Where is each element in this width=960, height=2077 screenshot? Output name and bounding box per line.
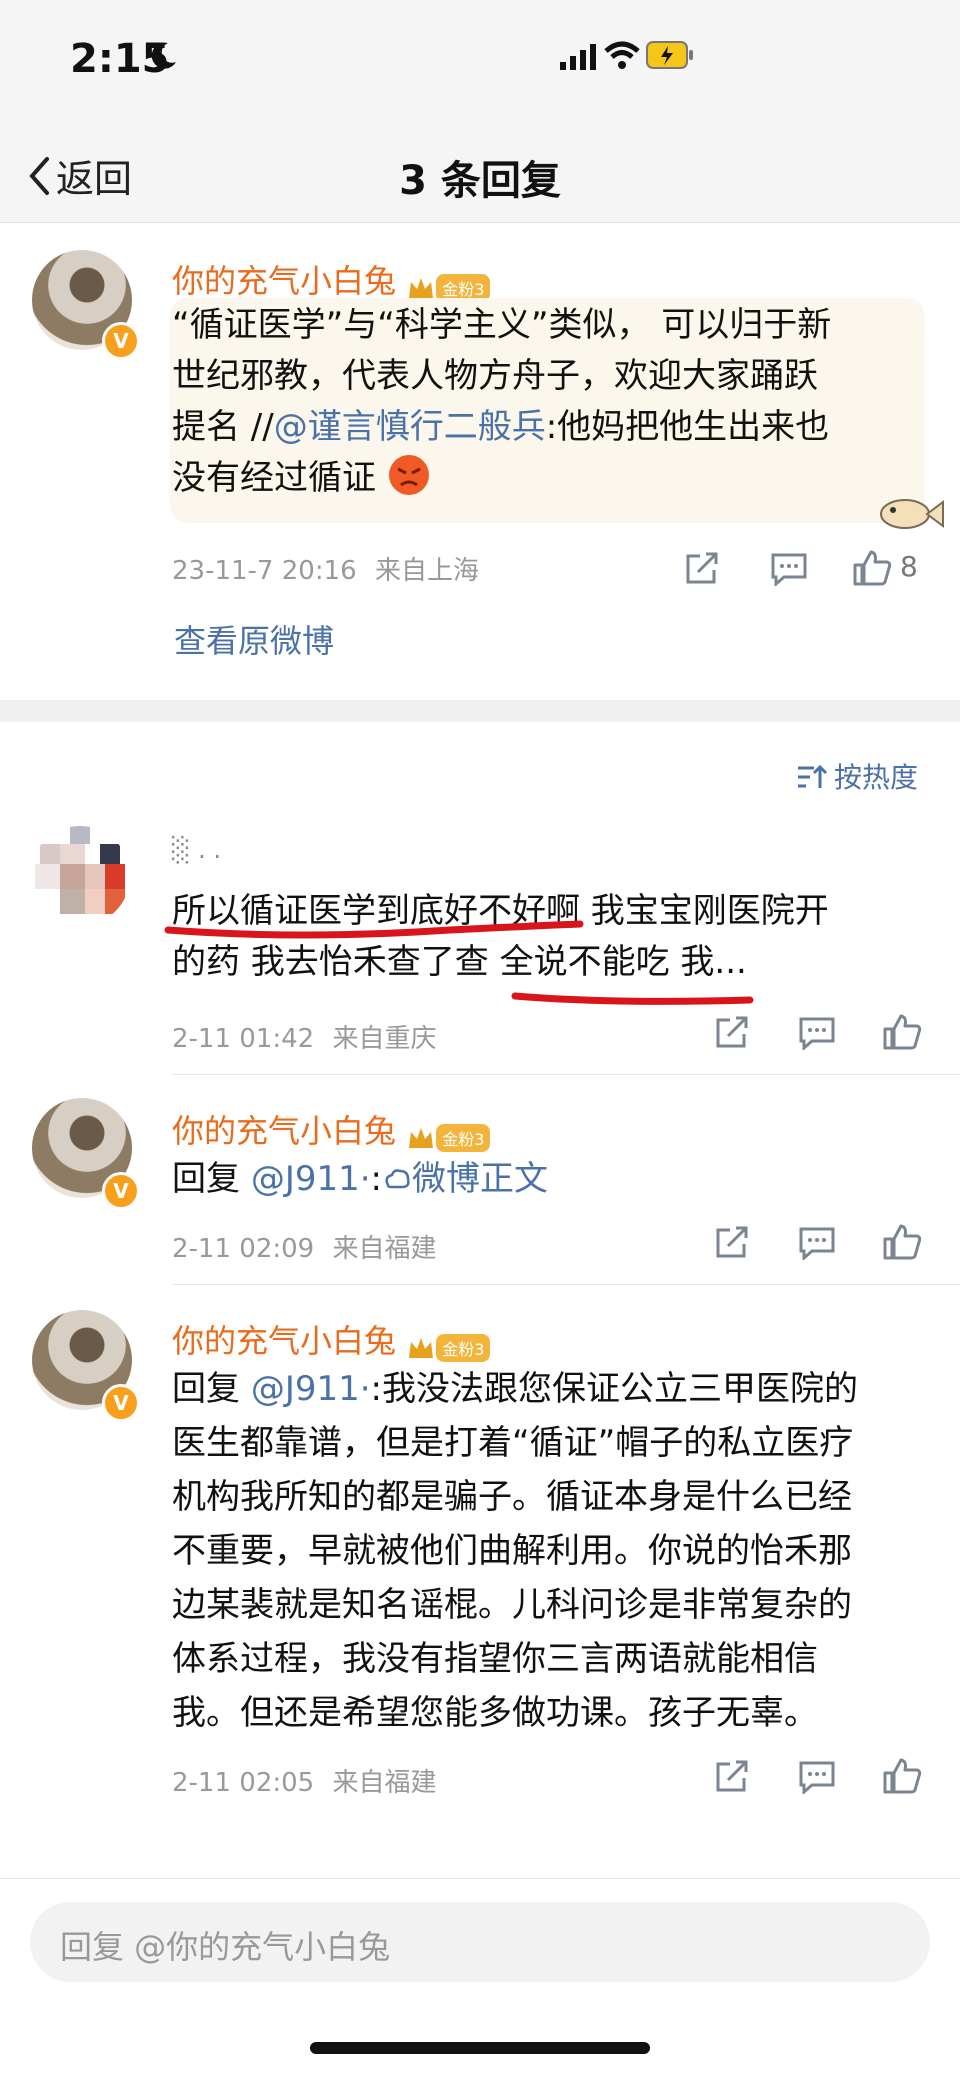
like-icon[interactable] <box>882 1224 922 1260</box>
crown-icon <box>409 1337 434 1358</box>
timestamp: 23-11-7 20:16 <box>172 556 357 586</box>
location: 来自上海 <box>374 556 479 586</box>
home-indicator <box>310 2042 650 2054</box>
signal-icon <box>560 44 596 70</box>
timestamp: 2-11 01:42 <box>172 1024 315 1054</box>
reply-meta: 2-11 01:42 来自重庆 <box>172 1018 436 1055</box>
crown-icon <box>409 277 434 298</box>
main-post-meta: 23-11-7 20:16 来自上海 <box>172 550 479 587</box>
mention-link[interactable]: @J911· <box>251 1369 371 1409</box>
comment-icon[interactable] <box>798 1226 836 1260</box>
location: 来自福建 <box>332 1234 437 1264</box>
location: 来自福建 <box>332 1768 437 1798</box>
share-icon[interactable] <box>714 1016 750 1050</box>
verified-icon: V <box>102 322 140 360</box>
reply-input[interactable]: 回复 @你的充气小白兔 <box>30 1902 930 1982</box>
mention-link[interactable]: @谨言慎行二般兵 <box>274 407 546 447</box>
red-underline-annotation <box>164 920 754 1005</box>
crown-icon <box>409 1127 434 1148</box>
divider <box>172 1074 960 1075</box>
comment-icon[interactable] <box>798 1760 836 1794</box>
fish-sticker-icon <box>880 499 944 529</box>
weibo-link[interactable]: 微博正文 <box>382 1159 548 1199</box>
reply-input-placeholder: 回复 @你的充气小白兔 <box>60 1928 391 1966</box>
main-post-text: “循证医学”与“科学主义”类似， 可以归于新 世纪邪教，代表人物方舟子，欢迎大家… <box>172 305 832 498</box>
reply-text: 回复 @J911·:我没法跟您保证公立三甲医院的 医生都靠谱，但是打着“循证”帽… <box>172 1369 859 1733</box>
verified-icon: V <box>102 1384 140 1422</box>
page-title: 3 条回复 <box>399 158 561 204</box>
timestamp: 2-11 02:05 <box>172 1768 315 1798</box>
fan-badge: 金粉3 <box>436 1333 491 1362</box>
divider <box>172 1284 960 1285</box>
main-post-header: 你的充气小白兔 金粉3 <box>172 256 491 302</box>
share-icon[interactable] <box>714 1760 750 1794</box>
username[interactable]: 你的充气小白兔 <box>172 262 396 300</box>
status-bar: 2:15 <box>0 0 960 110</box>
timestamp: 2-11 02:09 <box>172 1234 315 1264</box>
like-icon[interactable] <box>852 550 892 586</box>
reply-header: 你的充气小白兔 金粉3 <box>172 1106 491 1152</box>
like-count: 8 <box>900 550 918 583</box>
comment-icon[interactable] <box>798 1016 836 1050</box>
like-icon[interactable] <box>882 1014 922 1050</box>
reply-text: 回复 @J911·: 微博正文 <box>172 1159 549 1199</box>
sort-button[interactable]: 按热度 <box>796 756 918 796</box>
username[interactable]: 你的充气小白兔 <box>172 1112 396 1150</box>
nav-bar: 返回 3 条回复 <box>0 110 960 223</box>
moon-icon <box>151 42 176 69</box>
link-icon <box>385 1169 410 1189</box>
reply-meta: 2-11 02:05 来自福建 <box>172 1762 436 1799</box>
location: 来自重庆 <box>332 1024 437 1054</box>
fan-badge: 金粉3 <box>436 1123 491 1152</box>
angry-emoji-icon <box>388 455 429 495</box>
reply-header: 你的充气小白兔 金粉3 <box>172 1316 491 1362</box>
section-divider <box>0 700 960 722</box>
battery-icon <box>646 41 693 69</box>
verified-icon: V <box>102 1172 140 1210</box>
like-icon[interactable] <box>882 1758 922 1794</box>
share-icon[interactable] <box>714 1226 750 1260</box>
avatar[interactable] <box>30 826 130 926</box>
sort-label: 按热度 <box>833 761 918 794</box>
wifi-icon <box>604 41 640 69</box>
view-original-link[interactable]: 查看原微博 <box>174 616 334 662</box>
share-icon[interactable] <box>684 552 720 586</box>
username[interactable]: ░ . . <box>172 836 221 864</box>
mention-link[interactable]: @J911· <box>251 1159 371 1199</box>
reply-meta: 2-11 02:09 来自福建 <box>172 1228 436 1265</box>
username[interactable]: 你的充气小白兔 <box>172 1322 396 1360</box>
divider <box>0 1878 960 1879</box>
sort-icon <box>797 764 828 788</box>
comment-icon[interactable] <box>770 552 808 586</box>
